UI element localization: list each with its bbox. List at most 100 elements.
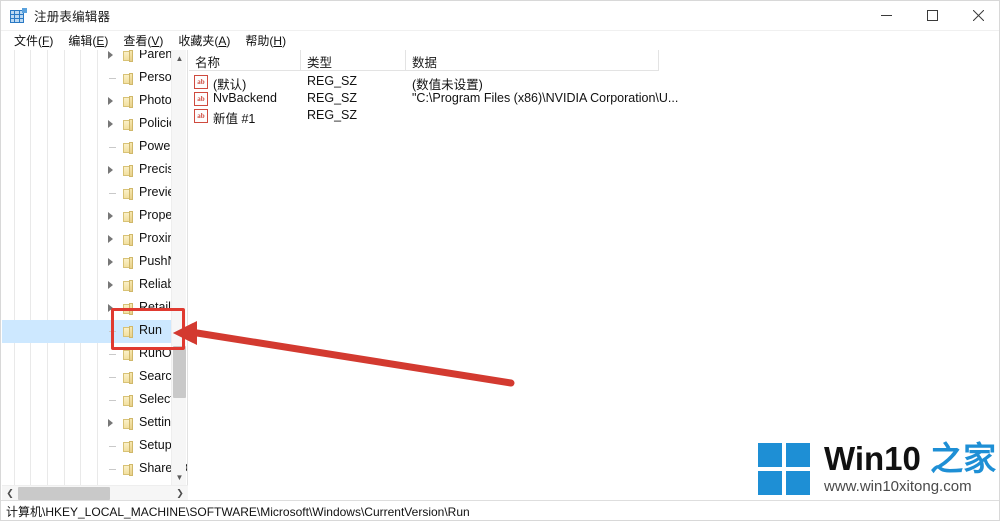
folder-icon (123, 279, 134, 292)
tree-item-selectiv[interactable]: Selectiv (2, 389, 183, 412)
tree-item-powere[interactable]: PowerE (2, 136, 183, 159)
tree-item-runon[interactable]: RunOn (2, 343, 179, 366)
menu-help[interactable]: 帮助(H) (238, 31, 294, 50)
tree-item-preview[interactable]: Preview (2, 182, 183, 205)
tree-connector-line (109, 193, 116, 194)
chevron-right-icon[interactable] (108, 166, 117, 175)
tree-connector-line (109, 446, 116, 447)
tree-item-label: Retail (139, 300, 171, 314)
string-value-icon: ab (194, 75, 208, 89)
tree-item-reliabili[interactable]: Reliabili (2, 274, 183, 297)
tree-connector-line (109, 400, 116, 401)
close-button[interactable] (955, 1, 999, 31)
hscroll-track[interactable] (18, 486, 172, 501)
folder-icon (123, 325, 134, 338)
title-bar: 注册表编辑器 (1, 1, 999, 31)
folder-icon (123, 164, 134, 177)
chevron-right-icon[interactable] (108, 419, 117, 428)
menu-file[interactable]: 文件(F) (7, 31, 61, 50)
tree-connector-line (109, 331, 116, 332)
menu-help-tail: ) (282, 34, 287, 48)
tree-item-run[interactable]: Run (2, 320, 172, 343)
tree-connector-line (109, 469, 116, 470)
cell-type: REG_SZ (307, 91, 358, 105)
tree-hscroll-thumb[interactable] (18, 486, 110, 500)
chevron-right-icon[interactable] (108, 258, 117, 267)
folder-icon (123, 141, 134, 154)
maximize-button[interactable] (909, 1, 955, 31)
folder-icon (123, 440, 134, 453)
chevron-right-icon[interactable] (108, 97, 117, 106)
hscroll-left-icon[interactable]: ❮ (2, 486, 18, 501)
hscroll-right-icon[interactable]: ❯ (172, 486, 188, 501)
tree-item-precisio[interactable]: Precisio (2, 159, 183, 182)
tree-item-proximi[interactable]: Proximi (2, 228, 181, 251)
menu-view-text: 查看( (123, 34, 152, 48)
tree-connector-line (109, 377, 116, 378)
chevron-right-icon[interactable] (108, 281, 117, 290)
table-row[interactable]: ab (默认) REG_SZ (数值未设置) (189, 74, 659, 92)
tree-connector-line (109, 354, 116, 355)
tree-item-label: Run (139, 323, 162, 337)
cell-name: 新值 #1 (213, 112, 256, 126)
string-value-icon: ab (194, 92, 208, 106)
menu-favorites[interactable]: 收藏夹(A) (171, 31, 238, 50)
tree-item-sharedd[interactable]: SharedD (2, 458, 187, 481)
cell-name: NvBackend (213, 91, 277, 105)
tree-item-settings[interactable]: Settings (2, 412, 184, 435)
folder-icon (123, 256, 134, 269)
tree-item-pushno[interactable]: PushNo (2, 251, 183, 274)
table-row[interactable]: ab 新值 #1 REG_SZ (189, 108, 659, 126)
folder-icon (123, 463, 134, 476)
menu-bar: 文件(F) 编辑(E) 查看(V) 收藏夹(A) 帮助(H) (1, 31, 999, 50)
tree-item-persona[interactable]: Persona (2, 67, 186, 90)
menu-edit-text: 编辑( (68, 34, 97, 48)
cell-type: REG_SZ (307, 74, 358, 88)
tree-item-photopr[interactable]: PhotoPr (2, 90, 184, 113)
column-header-type[interactable]: 类型 (301, 50, 406, 70)
tree-item-setup[interactable]: Setup (2, 435, 172, 458)
folder-icon (123, 95, 134, 108)
menu-file-text: 文件( (14, 34, 42, 48)
registry-editor-icon (10, 7, 27, 24)
column-header-data[interactable]: 数据 (406, 50, 659, 70)
table-row[interactable]: ab NvBackend REG_SZ "C:\Program Files (x86)… (189, 91, 678, 108)
menu-edit[interactable]: 编辑(E) (61, 31, 116, 50)
folder-icon (123, 302, 134, 315)
chevron-right-icon[interactable] (108, 304, 117, 313)
scroll-down-icon[interactable]: ▼ (172, 469, 187, 485)
status-bar: 计算机\HKEY_LOCAL_MACHINE\SOFTWARE\Microsof… (1, 500, 999, 520)
folder-icon (123, 233, 134, 246)
folder-icon (123, 72, 134, 85)
list-column-headers: 名称 类型 数据 (189, 50, 659, 71)
tree-item-parenta[interactable]: Parenta (2, 50, 183, 67)
column-header-name[interactable]: 名称 (189, 50, 301, 70)
folder-icon (123, 118, 134, 131)
registry-tree-pane[interactable]: NotificaOEMInfOneDrivOOBEOpenWOptimalPar… (2, 50, 188, 485)
folder-icon (123, 417, 134, 430)
minimize-button[interactable] (863, 1, 909, 31)
window-controls (863, 1, 999, 31)
chevron-right-icon[interactable] (108, 235, 117, 244)
registry-values-pane[interactable]: 名称 类型 数据 ab (默认) REG_SZ (数值未设置) ab NvBackend R… (189, 50, 999, 500)
menu-favorites-text: 收藏夹( (178, 34, 219, 48)
tree-vscroll-thumb[interactable] (173, 346, 186, 398)
chevron-right-icon[interactable] (108, 51, 117, 60)
tree-vertical-scrollbar[interactable]: ▲ ▼ (171, 50, 186, 485)
chevron-right-icon[interactable] (108, 212, 117, 221)
menu-favorites-tail: ) (226, 34, 231, 48)
chevron-right-icon[interactable] (108, 120, 117, 129)
tree-connector-line (109, 147, 116, 148)
cell-data: "C:\Program Files (x86)\NVIDIA Corporati… (412, 91, 679, 105)
tree-item-policies[interactable]: Policies (2, 113, 182, 136)
folder-icon (123, 371, 134, 384)
menu-view[interactable]: 查看(V) (116, 31, 171, 50)
cell-type: REG_SZ (307, 108, 358, 122)
scroll-up-icon[interactable]: ▲ (172, 50, 187, 66)
tree-item-label: Setup (139, 438, 172, 452)
tree-item-retail[interactable]: Retail (2, 297, 172, 320)
tree-item-search[interactable]: Search (2, 366, 179, 389)
tree-horizontal-scrollbar[interactable]: ❮ ❯ (2, 485, 188, 500)
tree-item-propert[interactable]: Propert (2, 205, 180, 228)
folder-icon (123, 187, 134, 200)
